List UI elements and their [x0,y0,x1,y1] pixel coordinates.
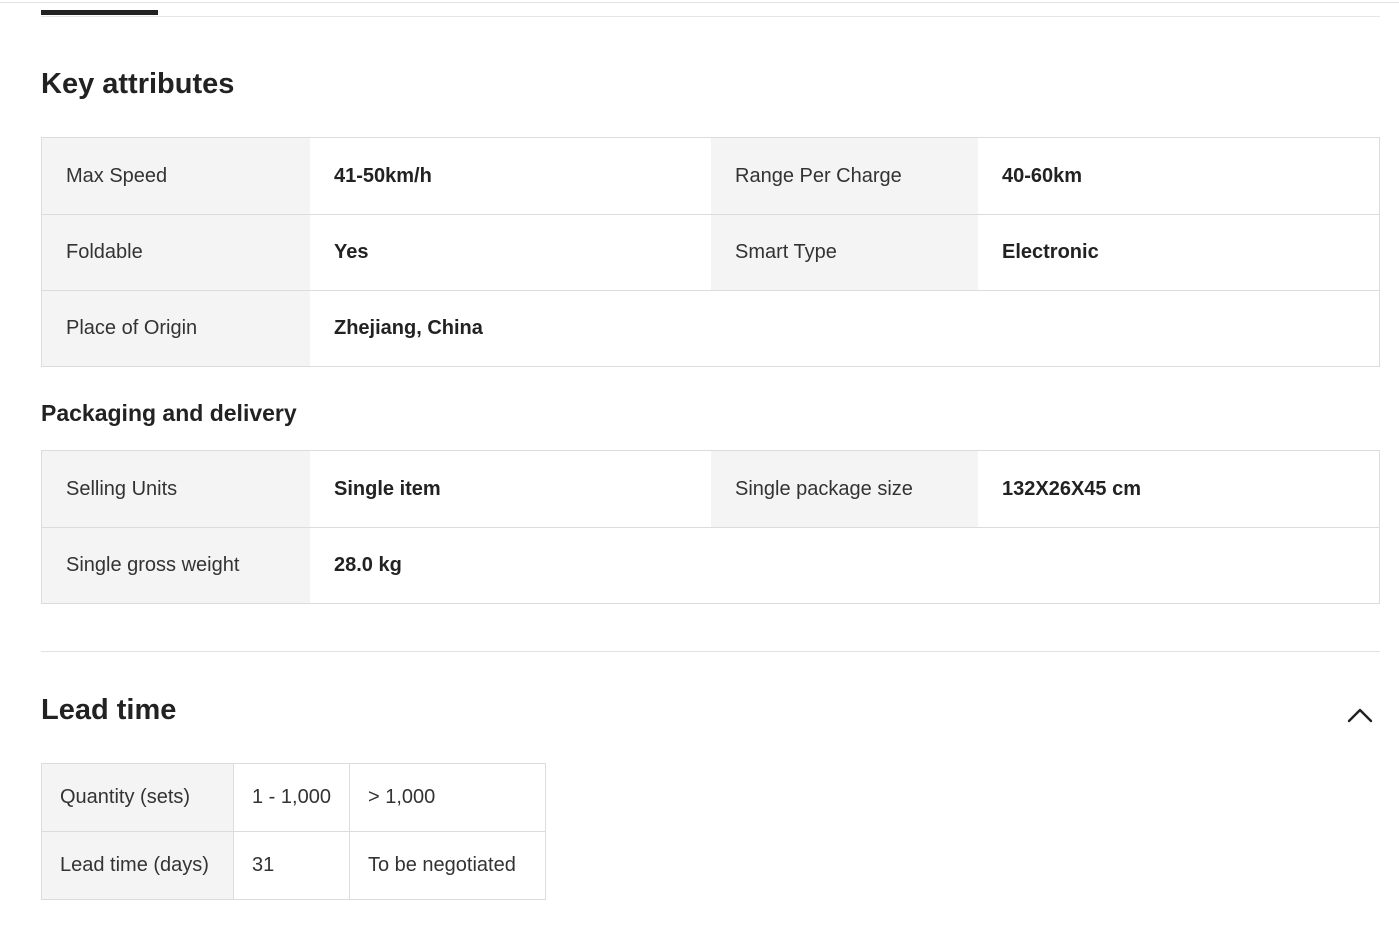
key-attributes-title: Key attributes [41,68,235,100]
table-row: Foldable Yes Smart Type Electronic [42,214,1379,290]
chevron-up-icon [1347,708,1373,723]
quantity-range: > 1,000 [348,763,546,832]
attribute-value: 132X26X45 cm [978,451,1379,527]
lead-days-header: Lead time (days) [41,831,234,900]
attribute-label: Range Per Charge [711,138,978,214]
table-row: Single gross weight 28.0 kg [42,527,1379,603]
lead-days-value: To be negotiated [348,831,546,900]
attribute-value: 40-60km [978,138,1379,214]
attribute-value: Single item [310,451,711,527]
packaging-title: Packaging and delivery [41,400,297,426]
active-tab-indicator[interactable] [41,10,158,15]
table-row: Selling Units Single item Single package… [42,451,1379,527]
lead-time-title: Lead time [41,694,177,726]
attribute-value: Yes [310,215,711,290]
top-divider [0,2,1399,3]
lead-time-table: Quantity (sets) 1 - 1,000 > 1,000 Lead t… [41,763,546,900]
attribute-value: 41-50km/h [310,138,711,214]
attribute-label: Foldable [42,215,310,290]
attribute-label: Selling Units [42,451,310,527]
attribute-label: Single gross weight [42,528,310,603]
tab-bar-divider [41,16,1380,17]
table-row: Lead time (days) 31 To be negotiated [41,831,546,900]
lead-days-value: 31 [233,831,350,900]
quantity-header: Quantity (sets) [41,763,234,832]
attribute-label: Smart Type [711,215,978,290]
table-row: Place of Origin Zhejiang, China [42,290,1379,366]
table-row: Max Speed 41-50km/h Range Per Charge 40-… [42,138,1379,214]
attribute-value: 28.0 kg [310,528,1379,603]
collapse-button[interactable] [1344,700,1376,730]
attribute-value: Electronic [978,215,1379,290]
section-divider [41,651,1380,652]
attribute-label: Single package size [711,451,978,527]
attribute-label: Place of Origin [42,291,310,366]
quantity-range: 1 - 1,000 [233,763,350,832]
attribute-label: Max Speed [42,138,310,214]
key-attributes-table: Max Speed 41-50km/h Range Per Charge 40-… [41,137,1380,367]
packaging-table: Selling Units Single item Single package… [41,450,1380,604]
table-row: Quantity (sets) 1 - 1,000 > 1,000 [41,763,546,832]
attribute-value: Zhejiang, China [310,291,1379,366]
